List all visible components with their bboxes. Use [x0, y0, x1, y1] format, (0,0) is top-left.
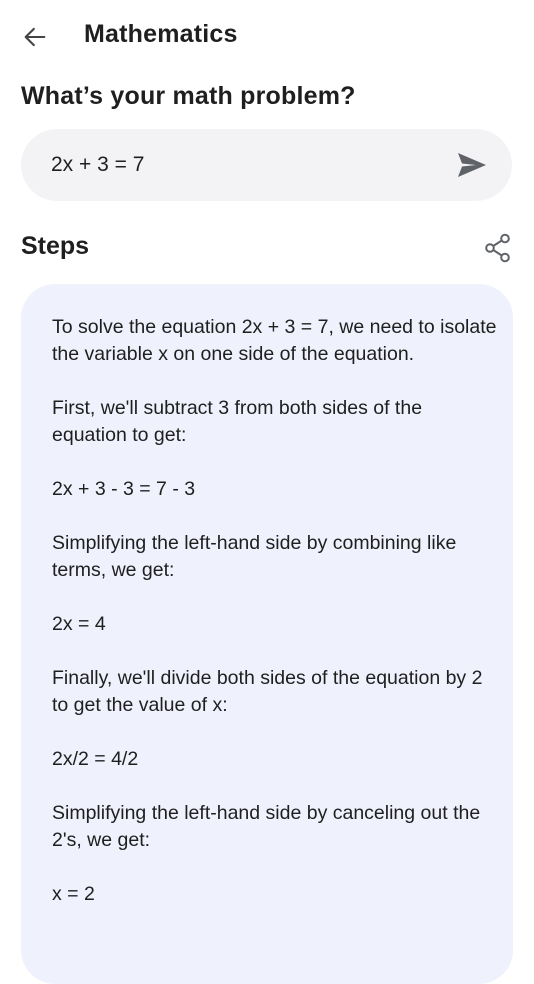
- step-equation: 2x = 4: [52, 613, 106, 635]
- prompt-heading: What’s your math problem?: [21, 82, 356, 110]
- send-icon: [458, 153, 486, 177]
- steps-card: To solve the equation 2x + 3 = 7, we nee…: [21, 284, 513, 984]
- step-paragraph: Simplifying the left-hand side by cancel…: [52, 802, 481, 851]
- share-button[interactable]: [480, 230, 516, 266]
- page-title: Mathematics: [84, 20, 238, 48]
- step-paragraph: To solve the equation 2x + 3 = 7, we nee…: [52, 316, 497, 365]
- send-button[interactable]: [454, 149, 490, 181]
- step-equation: x = 2: [52, 883, 95, 905]
- step-paragraph: Finally, we'll divide both sides of the …: [52, 667, 483, 716]
- share-icon: [485, 233, 510, 263]
- arrow-left-icon: [24, 27, 46, 47]
- steps-content: To solve the equation 2x + 3 = 7, we nee…: [52, 314, 497, 935]
- problem-input[interactable]: [51, 149, 431, 181]
- back-button[interactable]: [14, 18, 56, 56]
- step-paragraph: First, we'll subtract 3 from both sides …: [52, 397, 423, 446]
- step-paragraph: Simplifying the left-hand side by combin…: [52, 532, 457, 581]
- top-app-bar: Mathematics: [0, 0, 534, 72]
- step-equation: 2x/2 = 4/2: [52, 748, 139, 770]
- steps-heading: Steps: [21, 232, 90, 260]
- problem-input-container: [21, 129, 512, 201]
- step-equation: 2x + 3 - 3 = 7 - 3: [52, 478, 196, 500]
